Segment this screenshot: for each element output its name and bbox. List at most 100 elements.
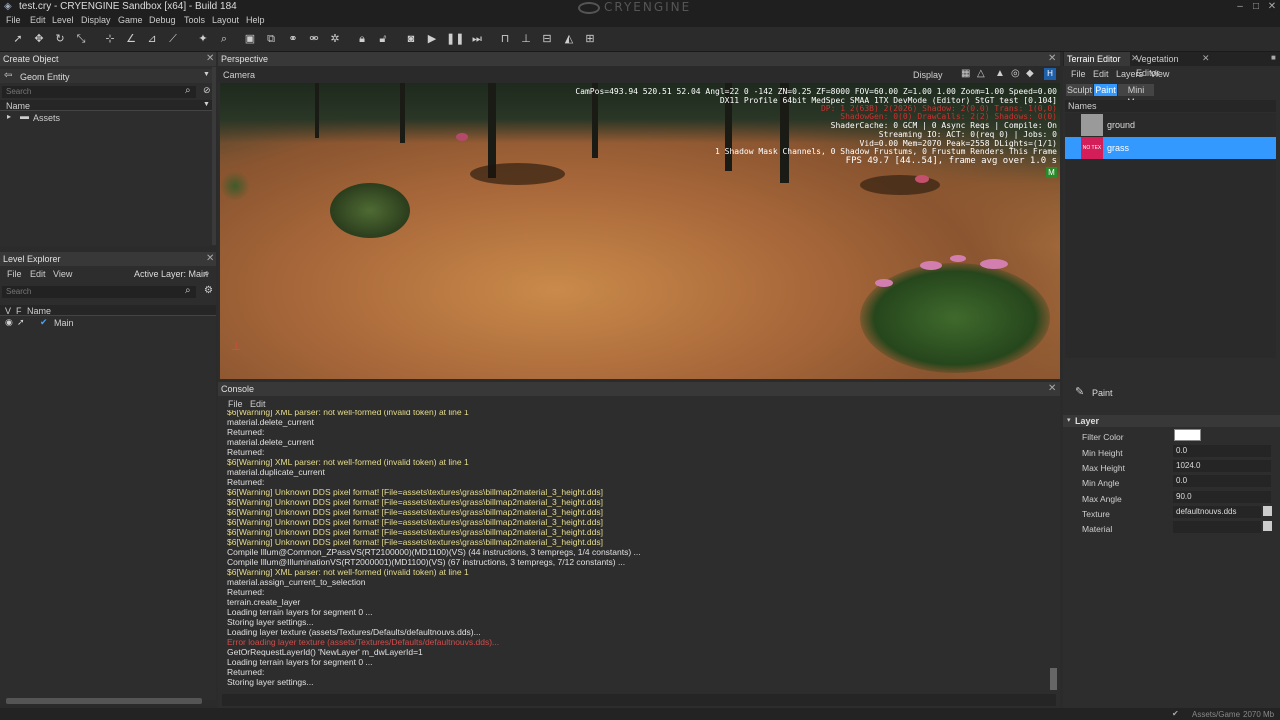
menu-file[interactable]: File <box>6 15 21 25</box>
close-panel-icon[interactable]: ✕ <box>1048 53 1056 64</box>
create-object-search-input[interactable]: Search <box>2 86 196 98</box>
material-field[interactable] <box>1173 521 1261 533</box>
tab-vegetation-editor[interactable]: Vegetation Editor <box>1136 52 1202 78</box>
align-icon[interactable]: ⊓ <box>498 32 512 46</box>
layer-item-selected[interactable]: NO TEX grass <box>1065 137 1276 159</box>
snap-grid-icon[interactable]: ⊹ <box>103 32 117 46</box>
te-menu-view[interactable]: View <box>1150 69 1169 79</box>
category-selector[interactable]: ⇦ Geom Entity ▼ <box>0 69 216 83</box>
menu-level[interactable]: Level <box>52 15 74 25</box>
clear-filter-icon[interactable]: ⊘ <box>203 85 211 96</box>
snap-scale-icon[interactable]: ⊿ <box>145 32 159 46</box>
close-panel-icon[interactable]: ✕ <box>206 253 214 264</box>
scrollbar[interactable] <box>212 67 216 245</box>
helpers-toggle[interactable]: H <box>1044 68 1056 80</box>
back-arrow-icon[interactable]: ⇦ <box>4 70 12 81</box>
align-to-grid-icon[interactable]: ⊥ <box>519 32 533 46</box>
menu-debug[interactable]: Debug <box>149 15 176 25</box>
te-menu-layers[interactable]: Layers <box>1116 69 1143 79</box>
speed-icon[interactable]: ◎ <box>1011 68 1020 79</box>
mode-sculpt-button[interactable]: Sculpt <box>1066 84 1093 96</box>
min-angle-field[interactable]: 0.0 <box>1173 475 1271 487</box>
browse-folder-icon[interactable] <box>1263 506 1272 516</box>
le-menu-view[interactable]: View <box>53 269 72 279</box>
select-tool-icon[interactable]: ➚ <box>11 32 25 46</box>
snap-angle-icon[interactable]: ∠ <box>124 32 138 46</box>
maximize-button[interactable]: □ <box>1248 0 1264 14</box>
zoom-icon[interactable]: ⌕ <box>217 32 231 46</box>
column-visible-header[interactable]: V <box>5 306 11 316</box>
console-menu-edit[interactable]: Edit <box>250 399 266 409</box>
visibility-eye-icon[interactable]: ◉ <box>5 317 13 328</box>
close-tab-icon[interactable]: ✕ <box>1202 53 1210 64</box>
browse-folder-icon[interactable] <box>1263 521 1272 531</box>
panel-options-icon[interactable]: ■ <box>1271 53 1276 62</box>
minimize-button[interactable]: – <box>1232 0 1248 14</box>
mode-paint-button[interactable]: Paint <box>1094 84 1117 96</box>
search-icon[interactable]: ⌕ <box>204 268 210 279</box>
chevron-down-icon[interactable]: ▾ <box>1067 416 1071 424</box>
tree-item[interactable]: ▸ ▬ Assets <box>0 111 216 124</box>
menu-help[interactable]: Help <box>246 15 265 25</box>
mode-minimap-button[interactable]: Mini Map <box>1118 84 1154 107</box>
pick-object-icon[interactable]: ✦ <box>196 32 210 46</box>
camera-label[interactable]: Camera <box>223 70 255 80</box>
unlock-icon[interactable]: 🔓︎ <box>376 32 390 46</box>
layer-icon[interactable]: ⊟ <box>540 32 554 46</box>
menu-display[interactable]: Display <box>81 15 111 25</box>
column-name-header[interactable]: Name <box>6 101 30 111</box>
camera-icon[interactable]: ◙ <box>404 32 418 46</box>
settings-gear-icon[interactable]: ⚙ <box>204 285 213 296</box>
terrain-icon[interactable]: ◭ <box>562 32 576 46</box>
close-window-button[interactable]: ✕ <box>1264 0 1280 14</box>
horizontal-scrollbar[interactable] <box>6 698 202 704</box>
console-scrollbar[interactable] <box>1050 668 1057 690</box>
te-menu-file[interactable]: File <box>1071 69 1086 79</box>
3d-viewport[interactable]: CamPos=493.94 520.51 52.04 Angl=22 0 -14… <box>220 83 1060 379</box>
layer-item[interactable]: ground <box>1065 114 1276 136</box>
column-frozen-header[interactable]: F <box>16 306 22 316</box>
console-command-input[interactable] <box>222 694 1056 706</box>
level-explorer-search-input[interactable]: Search <box>2 286 196 298</box>
rotate-tool-icon[interactable]: ↻ <box>53 32 67 46</box>
menu-layout[interactable]: Layout <box>212 15 239 25</box>
group-icon[interactable]: ⧉ <box>264 32 278 46</box>
move-tool-icon[interactable]: ✥ <box>32 32 46 46</box>
pause-icon[interactable]: ❚❚ <box>446 32 464 46</box>
display-menu[interactable]: Display <box>913 70 943 80</box>
close-panel-icon[interactable]: ✕ <box>206 53 214 64</box>
scale-tool-icon[interactable]: ⤡ <box>74 32 88 46</box>
step-icon[interactable]: ⏭ <box>470 32 484 46</box>
filter-color-swatch[interactable] <box>1174 429 1201 441</box>
export-icon[interactable]: ⊞ <box>583 32 597 46</box>
names-column-header[interactable]: Names <box>1065 100 1276 112</box>
sort-icon[interactable]: ▼ <box>203 101 210 108</box>
console-menu-file[interactable]: File <box>228 399 243 409</box>
expand-arrow-icon[interactable]: ▸ <box>7 112 11 121</box>
angle-icon[interactable]: △ <box>977 68 985 79</box>
menu-tools[interactable]: Tools <box>184 15 205 25</box>
snap-terrain-icon[interactable]: ⟋ <box>166 32 180 46</box>
scale-icon[interactable]: ▲ <box>995 68 1005 79</box>
menu-game[interactable]: Game <box>118 15 143 25</box>
checkmark-icon[interactable]: ✔ <box>40 317 48 328</box>
column-name-header[interactable]: Name <box>27 306 51 316</box>
grid-icon[interactable]: ▦ <box>961 68 970 79</box>
min-height-field[interactable]: 0.0 <box>1173 445 1271 457</box>
layer-row[interactable]: ◉ ➚ ✔ Main <box>0 317 216 329</box>
search-icon[interactable]: ⌕ <box>185 285 191 296</box>
aspect-icon[interactable]: ◆ <box>1026 68 1034 79</box>
link-icon[interactable]: ⚭ <box>286 32 300 46</box>
close-panel-icon[interactable]: ✕ <box>1048 383 1056 394</box>
le-menu-file[interactable]: File <box>7 269 22 279</box>
chevron-down-icon[interactable]: ▼ <box>203 71 210 78</box>
play-icon[interactable]: ▶ <box>425 32 439 46</box>
tab-terrain-editor[interactable]: Terrain Editor <box>1064 52 1130 66</box>
max-angle-field[interactable]: 90.0 <box>1173 491 1271 503</box>
menu-edit[interactable]: Edit <box>30 15 46 25</box>
search-icon[interactable]: ⌕ <box>185 85 191 96</box>
layer-section-header[interactable]: ▾ Layer <box>1063 415 1280 427</box>
max-height-field[interactable]: 1024.0 <box>1173 460 1271 472</box>
physics-icon[interactable]: ✲ <box>328 32 342 46</box>
te-menu-edit[interactable]: Edit <box>1093 69 1109 79</box>
